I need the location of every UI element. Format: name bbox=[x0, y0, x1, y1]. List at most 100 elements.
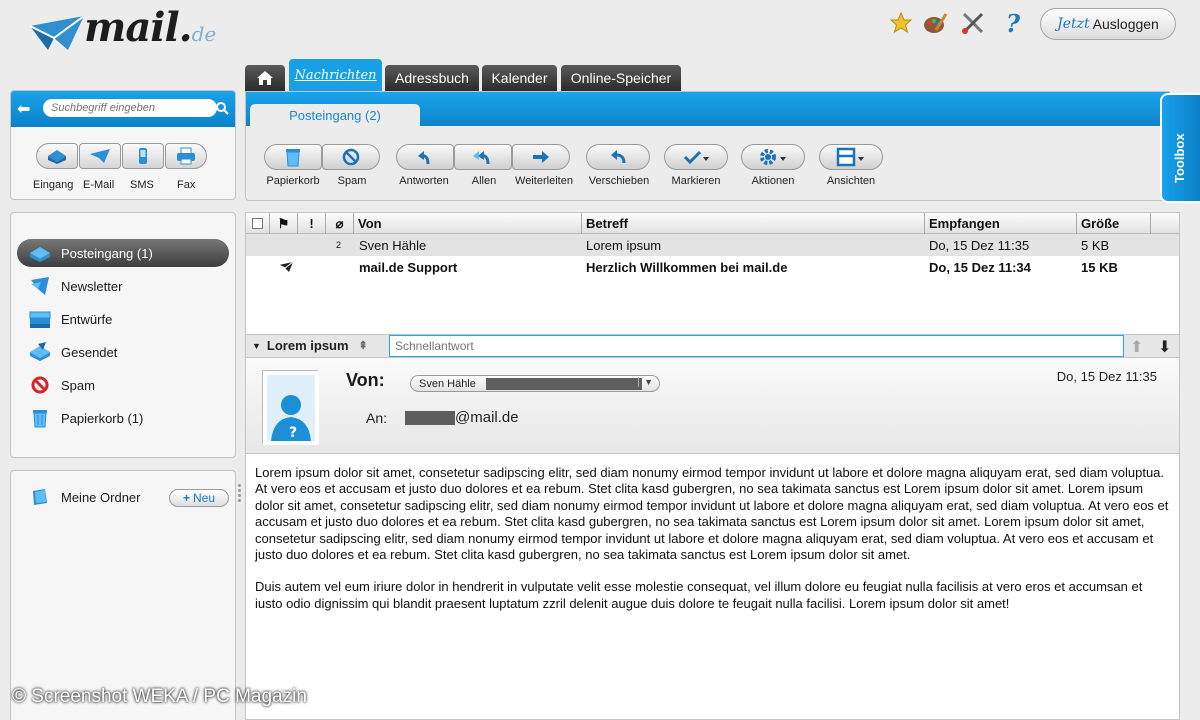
search-icon[interactable] bbox=[215, 101, 229, 115]
column-received[interactable]: Empfangen bbox=[925, 213, 1077, 234]
toolbar-panel: Posteingang (2) Papierkorb Spam Antworte… bbox=[245, 91, 1170, 201]
select-all-checkbox[interactable] bbox=[246, 213, 270, 234]
column-size[interactable]: Größe bbox=[1077, 213, 1151, 234]
reply-label: Antworten bbox=[399, 175, 449, 187]
row-subject: Lorem ipsum bbox=[586, 237, 662, 253]
body-paragraph: Lorem ipsum dolor sit amet, consetetur s… bbox=[255, 465, 1169, 563]
table-row[interactable]: mail.de Support Herzlich Willkommen bei … bbox=[246, 256, 1179, 278]
table-row[interactable]: 2 Sven Hähle Lorem ipsum Do, 15 Dez 11:3… bbox=[246, 234, 1179, 256]
reply-all-label: Allen bbox=[471, 175, 497, 187]
attachment-icon[interactable]: ⌀ bbox=[326, 213, 354, 234]
forward-label: Weiterleiten bbox=[515, 175, 573, 187]
spam-button[interactable] bbox=[322, 144, 380, 170]
reader-subject[interactable]: ▼ Lorem ipsum ⇞ bbox=[252, 338, 368, 353]
move-button[interactable] bbox=[586, 144, 650, 170]
compose-email-button[interactable] bbox=[79, 143, 121, 169]
trash-label: Papierkorb bbox=[266, 175, 320, 187]
phone-icon bbox=[139, 148, 147, 164]
flag-icon[interactable]: ⚑ bbox=[270, 213, 298, 234]
star-icon[interactable] bbox=[888, 10, 914, 36]
folder-inbox[interactable]: Posteingang (1) bbox=[17, 239, 229, 267]
logout-prefix: Jetzt bbox=[1057, 16, 1090, 32]
sent-icon bbox=[27, 341, 53, 363]
reply-all-button[interactable] bbox=[454, 144, 512, 170]
collapse-icon: ▼ bbox=[252, 340, 261, 351]
folder-trash[interactable]: Papierkorb (1) bbox=[17, 404, 229, 432]
mark-button[interactable] bbox=[664, 144, 728, 170]
arrow-left-icon[interactable]: ⬅ bbox=[17, 99, 30, 119]
search-input[interactable] bbox=[43, 99, 217, 117]
to-label: An: bbox=[366, 410, 388, 426]
logout-button[interactable]: Jetzt Ausloggen bbox=[1040, 8, 1176, 40]
compose-sms-button[interactable] bbox=[122, 143, 164, 169]
redacted-recipient bbox=[405, 410, 455, 425]
compose-inbox-label: Eingang bbox=[33, 179, 74, 191]
arrow-down-icon[interactable]: ⬇ bbox=[1158, 337, 1171, 357]
reader-toolbar: ▼ Lorem ipsum ⇞ ⬆ ⬇ bbox=[245, 334, 1180, 358]
folder-spam[interactable]: Spam bbox=[17, 371, 229, 399]
column-subject[interactable]: Betreff bbox=[582, 213, 925, 234]
reply-icon bbox=[418, 151, 430, 165]
arrow-up-icon[interactable]: ⬆ bbox=[1130, 337, 1143, 357]
screenshot-credit: © Screenshot WEKA / PC Magazin bbox=[12, 686, 307, 707]
tab-adressbuch[interactable]: Adressbuch bbox=[385, 65, 479, 91]
toolbox-label: Toolbox bbox=[1172, 133, 1187, 183]
logo-tld: de bbox=[191, 22, 217, 46]
toolbox-tab[interactable]: Toolbox bbox=[1160, 93, 1200, 203]
svg-text:?: ? bbox=[289, 425, 297, 441]
toolbar-strip: Posteingang (2) bbox=[246, 92, 1169, 127]
compose-fax-label: Fax bbox=[177, 179, 196, 191]
tab-home[interactable] bbox=[245, 65, 285, 91]
palette-icon[interactable] bbox=[922, 10, 948, 36]
folder-icon bbox=[27, 486, 53, 508]
folder-newsletter[interactable]: Newsletter bbox=[17, 272, 229, 300]
newsletter-icon bbox=[27, 275, 53, 297]
tools-icon[interactable] bbox=[960, 10, 986, 36]
spam-icon bbox=[342, 148, 360, 166]
subtab-inbox[interactable]: Posteingang (2) bbox=[250, 104, 420, 127]
actions-button[interactable] bbox=[741, 144, 805, 170]
new-folder-button[interactable]: + Neu bbox=[169, 489, 229, 507]
folder-sent[interactable]: Gesendet bbox=[17, 338, 229, 366]
reply-all-icon bbox=[473, 151, 490, 165]
tab-kalender[interactable]: Kalender bbox=[482, 65, 557, 91]
tab-online-speicher[interactable]: Online-Speicher bbox=[561, 65, 681, 91]
quick-panel: ⬅ Eingang E-Mail SMS Fax bbox=[10, 90, 236, 200]
from-label: Von: bbox=[346, 370, 385, 390]
quick-reply-input[interactable] bbox=[389, 335, 1124, 357]
trash-button[interactable] bbox=[264, 144, 322, 170]
move-icon bbox=[611, 150, 626, 164]
priority-icon[interactable]: ! bbox=[298, 213, 326, 234]
help-icon[interactable]: ? bbox=[1000, 9, 1026, 38]
column-from[interactable]: Von bbox=[354, 213, 582, 234]
compose-inbox-button[interactable] bbox=[36, 143, 78, 169]
row-received: Do, 15 Dez 11:35 bbox=[929, 237, 1030, 253]
sort-up-icon[interactable]: ⇞ bbox=[359, 339, 368, 352]
row-from: Sven Hähle bbox=[359, 237, 427, 253]
layout-icon bbox=[836, 147, 864, 167]
compose-sms-label: SMS bbox=[130, 179, 154, 191]
reply-button[interactable] bbox=[396, 144, 454, 170]
gear-icon bbox=[760, 149, 786, 165]
compose-fax-button[interactable] bbox=[165, 143, 207, 169]
folder-drafts-label: Entwürfe bbox=[61, 311, 113, 327]
mail-de-logo[interactable]: mail.de bbox=[28, 4, 216, 52]
fax-icon bbox=[177, 147, 195, 165]
views-label: Ansichten bbox=[826, 175, 876, 187]
forward-button[interactable] bbox=[512, 144, 570, 170]
body-paragraph: Duis autem vel eum iriure dolor in hendr… bbox=[255, 579, 1143, 611]
views-button[interactable] bbox=[819, 144, 883, 170]
message-list-header: ⚑ ! ⌀ Von Betreff Empfangen Größe bbox=[246, 213, 1179, 234]
chevron-down-icon: ▼ bbox=[638, 377, 653, 387]
actions-label: Aktionen bbox=[751, 175, 795, 187]
trash-icon bbox=[286, 149, 300, 167]
folder-drafts[interactable]: Entwürfe bbox=[17, 305, 229, 333]
inbox-icon bbox=[48, 150, 66, 164]
avatar: ? bbox=[262, 370, 319, 445]
sender-dropdown[interactable]: Sven Hähle ▼ bbox=[410, 375, 660, 392]
spam-icon bbox=[27, 374, 53, 396]
compose-email-label: E-Mail bbox=[83, 179, 115, 191]
resize-handle[interactable] bbox=[238, 482, 242, 510]
tab-nachrichten[interactable]: Nachrichten bbox=[289, 59, 382, 92]
check-icon bbox=[683, 150, 709, 165]
